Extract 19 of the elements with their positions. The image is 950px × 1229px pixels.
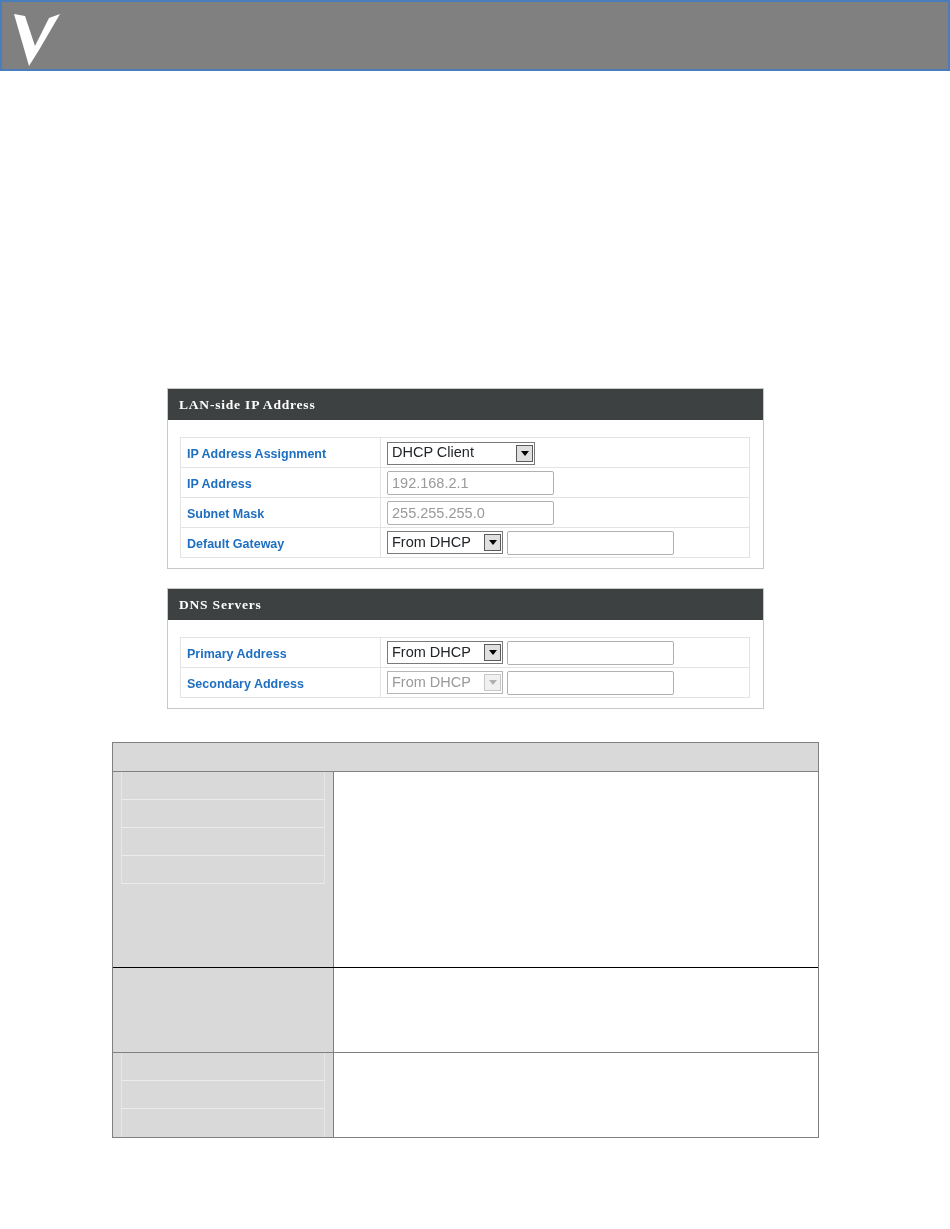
dropdown[interactable]: DHCP Client [387,441,535,465]
field-label: Default Gateway [187,536,285,551]
panel-title: DNS Servers [168,589,763,620]
field-label: Primary Address [187,646,287,661]
text-field[interactable] [507,530,674,555]
text-field[interactable] [507,670,674,695]
panel-title: LAN-side IP Address [168,389,763,420]
caret-icon [488,540,497,546]
caret-icon [488,650,497,656]
caret-icon [488,680,497,686]
field-label: Secondary Address [187,676,304,691]
caret-icon [520,450,529,456]
logo-icon [13,12,61,66]
text-field[interactable] [507,640,674,665]
dropdown[interactable]: From DHCP [387,531,503,555]
field-label: IP Address Assignment [187,446,327,461]
field-label: IP Address [187,476,252,491]
dropdown[interactable]: From DHCP [387,641,503,665]
field-label: Subnet Mask [187,506,265,521]
